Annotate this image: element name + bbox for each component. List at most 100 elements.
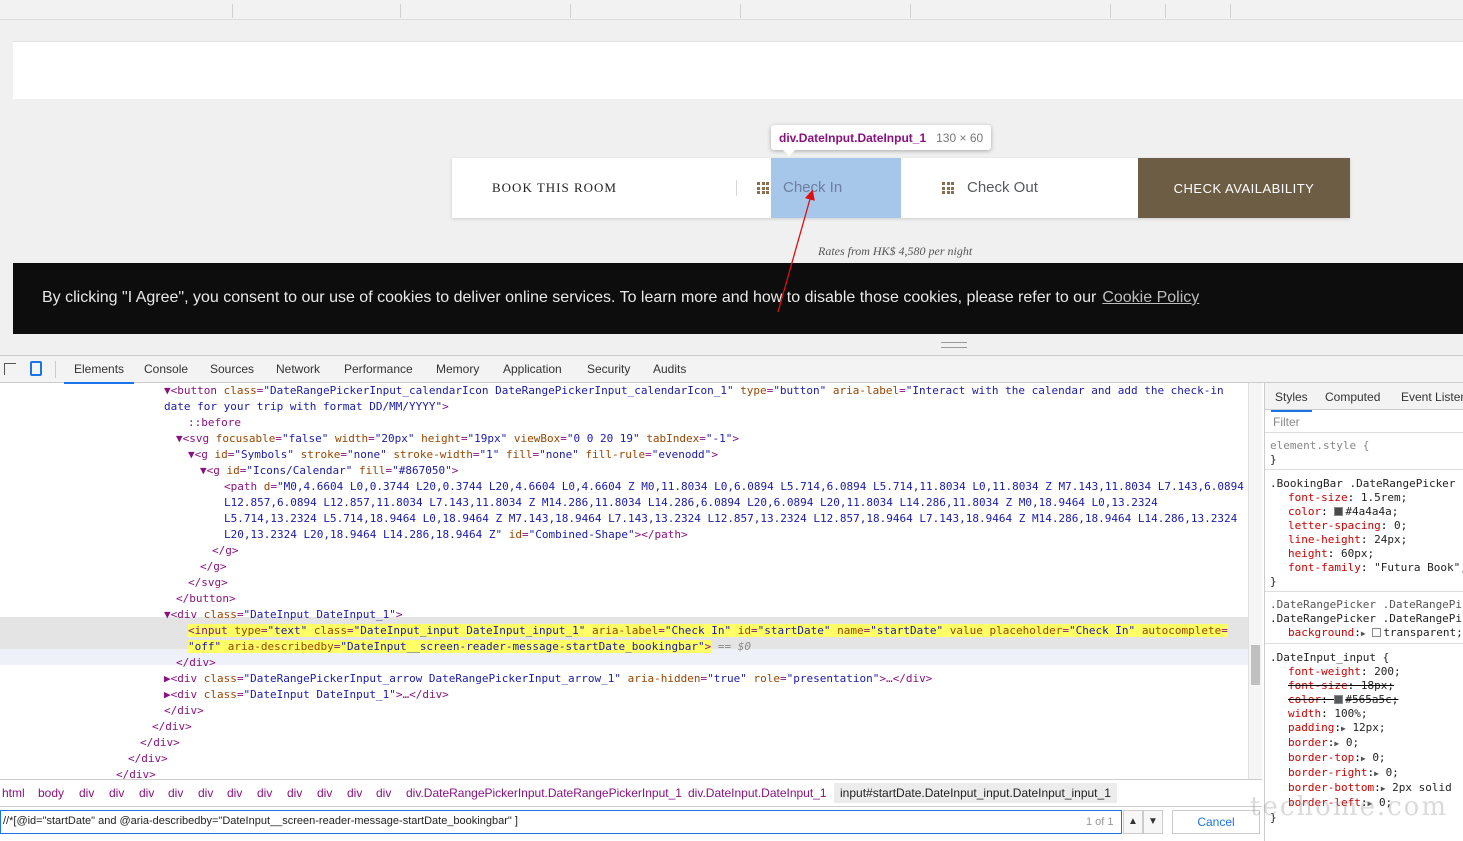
styles-filter-input[interactable]: Filter xyxy=(1265,411,1463,433)
breadcrumb-item[interactable]: html xyxy=(2,786,25,800)
css-prop[interactable]: color: #4a4a4a; xyxy=(1270,505,1463,519)
css-prop[interactable]: border-right:▶ 0; xyxy=(1270,766,1463,781)
css-prop[interactable]: border-top:▶ 0; xyxy=(1270,751,1463,766)
check-out-input[interactable]: Check Out xyxy=(942,158,1132,218)
css-prop[interactable]: width: 100%; xyxy=(1270,707,1463,721)
breadcrumb-item[interactable]: div xyxy=(257,786,272,800)
check-availability-button[interactable]: CHECK AVAILABILITY xyxy=(1138,158,1350,218)
tab-computed[interactable]: Computed xyxy=(1325,390,1380,404)
search-cancel-button[interactable]: Cancel xyxy=(1172,810,1260,834)
booking-divider xyxy=(736,180,737,196)
css-prop[interactable]: height: 60px; xyxy=(1270,547,1463,561)
devtools-resize-handle[interactable] xyxy=(941,342,967,348)
tab-audits[interactable]: Audits xyxy=(653,362,686,376)
tab-network[interactable]: Network xyxy=(276,362,320,376)
dom-close-div: </div> xyxy=(152,720,192,733)
breadcrumb-item[interactable]: div xyxy=(109,786,124,800)
calendar-icon[interactable] xyxy=(942,182,955,194)
tab-console[interactable]: Console xyxy=(144,362,188,376)
dom-node-arrow[interactable]: ▶<div class="DateRangePickerInput_arrow … xyxy=(164,671,1248,687)
color-swatch-icon[interactable] xyxy=(1334,507,1344,516)
breadcrumb-item[interactable]: div xyxy=(79,786,94,800)
rates-text: Rates from HK$ 4,580 per night xyxy=(818,244,973,258)
xpath-search-input[interactable]: //*[@id="startDate" and @aria-describedb… xyxy=(0,810,1122,834)
dom-node-input-selected[interactable]: <input type="text" class="DateInput_inpu… xyxy=(188,623,1248,639)
dom-node-before[interactable]: ::before xyxy=(188,415,1248,431)
tab-security[interactable]: Security xyxy=(587,362,630,376)
breadcrumb-item[interactable]: div xyxy=(198,786,213,800)
css-prop[interactable]: border:▶ 0; xyxy=(1270,736,1463,751)
breadcrumb-item[interactable]: div xyxy=(139,786,154,800)
breadcrumb-item[interactable]: div xyxy=(168,786,183,800)
css-prop[interactable]: padding:▶ 12px; xyxy=(1270,721,1463,736)
css-prop[interactable]: font-size: 1.5rem; xyxy=(1270,491,1463,505)
search-next-button[interactable]: ▼ xyxy=(1143,810,1163,834)
breadcrumb-item[interactable]: div xyxy=(227,786,242,800)
css-prop[interactable]: background:▶ transparent; xyxy=(1270,626,1463,641)
tooltip-element-size: 130 × 60 xyxy=(936,130,984,145)
breadcrumb-item[interactable]: div xyxy=(287,786,302,800)
dom-close-button: </button> xyxy=(176,592,236,605)
tab-elements[interactable]: Elements xyxy=(63,362,135,384)
dom-close-div: </div> xyxy=(128,752,168,765)
check-in-input[interactable]: Check In xyxy=(757,158,901,218)
dom-node-g-calendar[interactable]: ▼<g id="Icons/Calendar" fill="#867050"> xyxy=(200,463,1248,479)
calendar-icon[interactable] xyxy=(757,182,770,194)
styles-tabbar: Styles Computed Event Listeners xyxy=(1265,383,1463,412)
strip-divider xyxy=(740,4,741,18)
tab-styles[interactable]: Styles xyxy=(1271,390,1312,412)
breadcrumb-item-selected[interactable]: input#startDate.DateInput_input.DateInpu… xyxy=(834,783,1117,803)
rule-selector: element.style { xyxy=(1270,439,1370,452)
check-out-placeholder: Check Out xyxy=(967,179,1038,196)
top-strip xyxy=(0,0,1463,20)
css-prop[interactable]: font-weight: 200; xyxy=(1270,665,1463,679)
dom-node-svg[interactable]: ▼<svg focusable="false" width="20px" hei… xyxy=(176,431,1248,447)
dom-close-g: </g> xyxy=(212,544,239,557)
dom-node-dateinput-2[interactable]: ▶<div class="DateInput DateInput_1">…</d… xyxy=(164,687,1248,703)
breadcrumb-item[interactable]: div.DateInput.DateInput_1 xyxy=(688,786,827,800)
breadcrumb-item[interactable]: div xyxy=(317,786,332,800)
color-swatch-icon[interactable] xyxy=(1334,695,1344,704)
tab-event-listeners[interactable]: Event Listeners xyxy=(1401,390,1463,404)
rule-close: } xyxy=(1270,575,1277,588)
breadcrumb-item[interactable]: body xyxy=(38,786,64,800)
dom-node-path-cont: L5.714,13.2324 L5.714,18.9464 L0,18.9464… xyxy=(224,512,1238,525)
device-toolbar-icon[interactable] xyxy=(30,361,42,376)
strip-divider xyxy=(910,4,911,18)
rule-daterangepicker[interactable]: .DateRangePicker .DateRangePic .DateRang… xyxy=(1265,596,1463,644)
css-prop[interactable]: letter-spacing: 0; xyxy=(1270,519,1463,533)
rule-bookingbar[interactable]: .BookingBar .DateRangePicker : font-size… xyxy=(1265,475,1463,592)
tab-performance[interactable]: Performance xyxy=(344,362,413,376)
css-prop[interactable]: line-height: 24px; xyxy=(1270,533,1463,547)
search-prev-button[interactable]: ▲ xyxy=(1123,810,1143,834)
tab-sources[interactable]: Sources xyxy=(210,362,254,376)
breadcrumb-item[interactable]: div xyxy=(347,786,362,800)
breadcrumb-item[interactable]: div.DateRangePickerInput.DateRangePicker… xyxy=(406,786,682,800)
inspect-element-icon[interactable] xyxy=(4,363,16,375)
dom-tree[interactable]: ▼<button class="DateRangePickerInput_cal… xyxy=(0,383,1248,779)
booking-bar: BOOK THIS ROOM Check In Check Out CHECK … xyxy=(452,158,1350,218)
strip-divider xyxy=(400,4,401,18)
dom-scrollbar[interactable] xyxy=(1248,383,1262,779)
rule-element-style[interactable]: element.style { } xyxy=(1265,437,1463,470)
page-viewport: BOOK THIS ROOM Check In Check Out CHECK … xyxy=(0,0,1463,355)
cookie-message: By clicking "I Agree", you consent to ou… xyxy=(42,289,1097,306)
tab-memory[interactable]: Memory xyxy=(436,362,479,376)
dom-node-path[interactable]: <path d="M0,4.6604 L0,0.3744 L20,0.3744 … xyxy=(224,479,1248,495)
color-swatch-icon[interactable] xyxy=(1372,628,1382,637)
dom-node-dateinput[interactable]: ▼<div class="DateInput DateInput_1"> xyxy=(164,607,1248,623)
css-prop-overridden[interactable]: color: #565a5c; xyxy=(1270,693,1463,707)
css-prop[interactable]: font-family: "Futura Book", xyxy=(1270,561,1463,575)
breadcrumb-item[interactable]: div xyxy=(376,786,391,800)
devtools-panel: Elements Console Sources Network Perform… xyxy=(0,355,1463,841)
scrollbar-thumb[interactable] xyxy=(1251,645,1260,685)
breadcrumb: html body div div div div div div div di… xyxy=(0,779,1262,806)
devtools-tabbar: Elements Console Sources Network Perform… xyxy=(0,356,1463,384)
rule-selector: .BookingBar .DateRangePicker : xyxy=(1270,477,1463,490)
cookie-policy-link[interactable]: Cookie Policy xyxy=(1102,289,1199,306)
dom-node-g-symbols[interactable]: ▼<g id="Symbols" stroke="none" stroke-wi… xyxy=(188,447,1248,463)
rule-selector: .DateRangePicker .DateRangePic xyxy=(1270,598,1463,611)
tab-application[interactable]: Application xyxy=(503,362,562,376)
css-prop-overridden[interactable]: font-size: 18px; xyxy=(1270,679,1463,693)
dom-node-button[interactable]: ▼<button class="DateRangePickerInput_cal… xyxy=(164,383,1248,399)
